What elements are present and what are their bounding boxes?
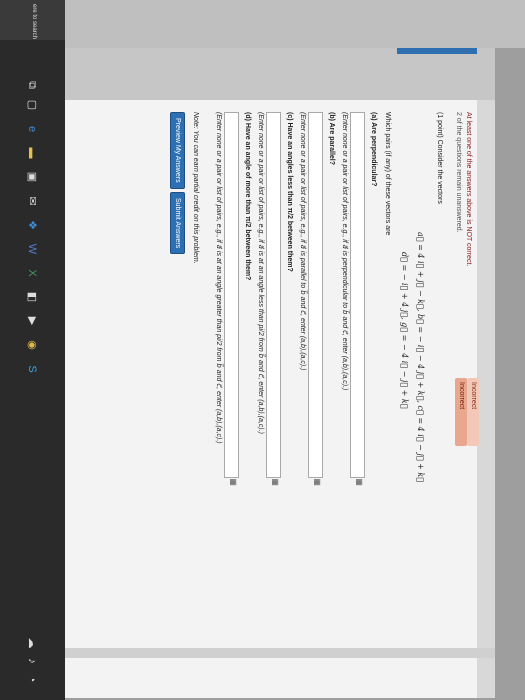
blank-app-icon[interactable]: ▢ [25,98,39,112]
part-a-answer-input[interactable] [350,112,365,478]
notification-icon[interactable]: ☁ [25,636,39,650]
skype-icon[interactable]: S [25,362,39,376]
task-view-icon[interactable]: ⧉ [25,78,39,92]
part-c-hint: (Enter none or a pair or list of pairs, … [257,112,264,434]
word-icon[interactable]: W [25,242,39,256]
part-b-hint: (Enter none or a pair or list of pairs, … [299,112,306,371]
part-b-label: (b) Are parallel? [328,112,335,166]
problem-body: (1 point) Consider the vectors a⃗ = 4 i⃗… [83,112,443,692]
part-d-hint: (Enter none or a pair or list of pairs, … [215,112,222,444]
wifi-icon[interactable]: ◔ [25,672,39,686]
store-icon[interactable]: ▣ [25,170,39,184]
search-text: ere to search [31,4,37,40]
system-tray: ☁ ♪ ◔ [0,630,65,700]
which-pairs-text: Which pairs (if any) of these vectors ar… [384,112,391,236]
header-bar [477,48,495,698]
screen: Incorrect Incorrect At least one of the … [0,0,525,700]
file-explorer-icon[interactable]: ▬ [25,146,39,160]
vectors-line-2: d⃗ = − i⃗ + 4 j⃗, g⃗ = − 4 i⃗ − j⃗ + k⃗ [400,252,409,409]
edge-icon[interactable]: e [25,122,39,136]
warning-line-2: 2 of the questions remain unanswered. [455,112,462,233]
taskbar: ere to search ⧉ ▢ e ▬ ▣ ✉ ❖ W X ◧ ▶ ◉ S … [0,0,65,700]
dropbox-icon[interactable]: ❖ [25,218,39,232]
browser-margin [65,0,525,48]
equation-editor-icon[interactable]: ▦ [271,478,280,486]
equation-editor-icon[interactable]: ▦ [229,478,238,486]
part-a-hint: (Enter none or a pair or list of pairs, … [341,112,348,391]
submit-answers-button[interactable]: Submit Answers [170,192,185,255]
part-a-label: (a) Are perpendicular? [370,112,377,187]
preview-answers-button[interactable]: Preview My Answers [170,112,185,189]
nav-accent [397,48,477,54]
part-d-label: (d) Have an angle of more than π/2 betwe… [244,112,251,281]
equation-editor-icon[interactable]: ▦ [355,478,364,486]
taskbar-search[interactable]: ere to search [0,0,65,40]
left-gutter [65,48,495,100]
page-scrollbar[interactable] [65,648,495,658]
photos-icon[interactable]: ◧ [25,290,39,304]
partial-credit-note: Note: You can earn partial credit on thi… [192,112,199,264]
problem-intro: (1 point) Consider the vectors [436,112,443,204]
part-c-label: (c) Have an angles less than π/2 between… [286,112,293,272]
problem-page: Incorrect Incorrect At least one of the … [65,48,495,698]
part-b-answer-input[interactable] [308,112,323,478]
mail-icon[interactable]: ✉ [25,194,39,208]
vectors-line-1: a⃗ = 4 i⃗ + j⃗ − k⃗, b⃗ = − i⃗ − 4 j⃗ + … [416,232,425,483]
excel-icon[interactable]: X [25,266,39,280]
media-icon[interactable]: ▶ [25,314,39,328]
part-c-answer-input[interactable] [266,112,281,478]
warning-message: At least one of the answers above is NOT… [451,112,473,672]
warning-line-1: At least one of the answers above is NOT… [465,112,472,267]
photo-frame: Incorrect Incorrect At least one of the … [0,0,525,700]
equation-editor-icon[interactable]: ▦ [313,478,322,486]
chrome-icon[interactable]: ◉ [25,338,39,352]
part-d-answer-input[interactable] [224,112,239,478]
volume-icon[interactable]: ♪ [25,654,39,668]
